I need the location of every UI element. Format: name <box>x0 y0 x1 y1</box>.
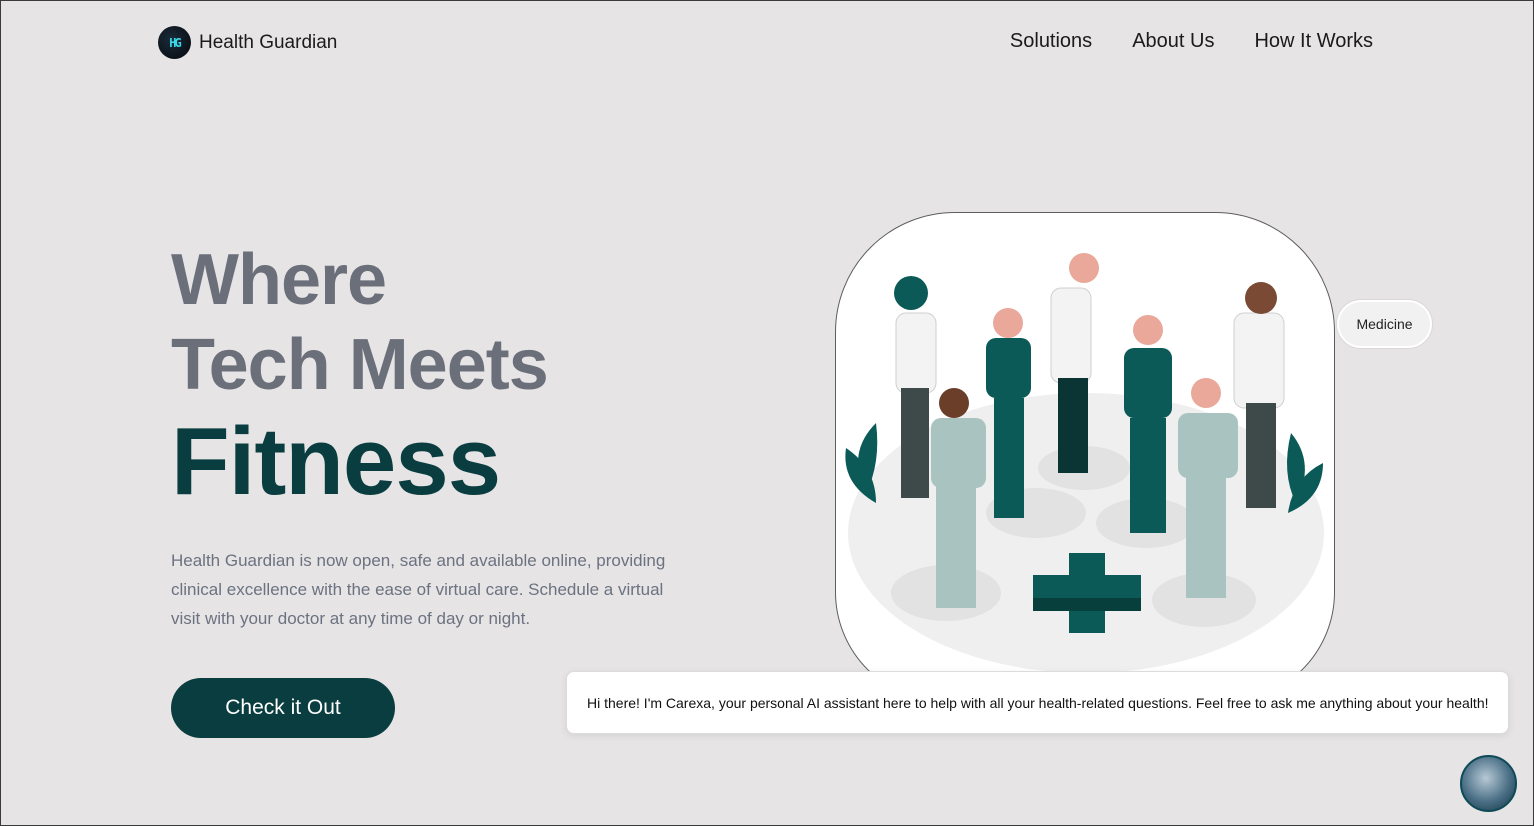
hero-title-line-3: Fitness <box>171 408 501 515</box>
logo-icon: HG <box>158 26 191 59</box>
hero-description: Health Guardian is now open, safe and av… <box>171 551 666 628</box>
medicine-badge: Medicine <box>1337 300 1432 348</box>
doctors-team-image <box>845 253 1324 673</box>
hero-title-line-2: Tech Meets <box>171 325 549 405</box>
brand-name: Health Guardian <box>199 31 338 53</box>
assistant-message: Hi there! I'm Carexa, your personal AI a… <box>587 694 1489 711</box>
nav-menu: Solutions About Us How It Works <box>1010 30 1373 53</box>
ai-assistant-avatar[interactable] <box>1460 755 1517 812</box>
doctors-illustration <box>835 212 1335 702</box>
top-navbar: HG Health Guardian Solutions About Us Ho… <box>1 1 1533 83</box>
nav-link-solutions[interactable]: Solutions <box>1010 30 1092 53</box>
brand-logo[interactable]: HG Health Guardian <box>158 26 337 59</box>
nav-link-about-us[interactable]: About Us <box>1132 30 1214 53</box>
assistant-chat-bubble: Hi there! I'm Carexa, your personal AI a… <box>566 671 1509 734</box>
nav-link-how-it-works[interactable]: How It Works <box>1254 30 1373 53</box>
hero-title-line-1: Where <box>171 240 387 320</box>
check-it-out-button[interactable]: Check it Out <box>171 678 395 738</box>
